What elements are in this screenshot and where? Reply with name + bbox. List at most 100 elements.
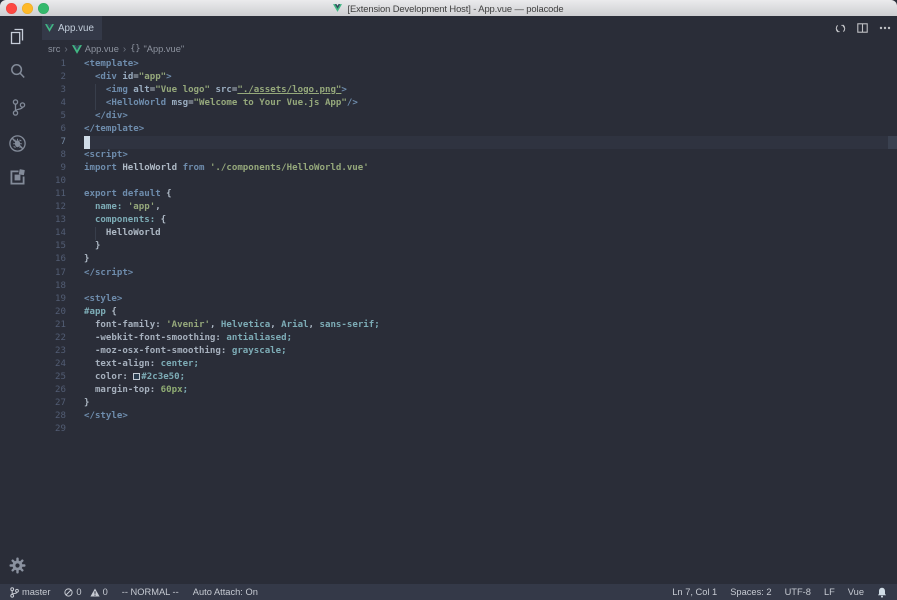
line-number: 9: [40, 162, 66, 175]
line-number: 4: [40, 97, 66, 110]
line-number: 24: [40, 358, 66, 371]
search-icon[interactable]: [8, 62, 27, 81]
code-editor[interactable]: 1<template>2 <div id="app">3 <img alt="V…: [40, 58, 897, 437]
code-line-13[interactable]: 13 components: {: [40, 214, 897, 227]
more-actions-icon[interactable]: [879, 26, 891, 30]
code-line-15[interactable]: 15 }: [40, 240, 897, 253]
code-line-28[interactable]: 28</style>: [40, 410, 897, 423]
line-number: 8: [40, 149, 66, 162]
breadcrumb-app-vue[interactable]: App.vue: [72, 44, 119, 54]
indentation-indicator[interactable]: Spaces: 2: [730, 587, 771, 597]
debug-icon[interactable]: [8, 134, 27, 153]
explorer-icon[interactable]: [8, 27, 27, 46]
code-line-5[interactable]: 5 </div>: [40, 110, 897, 123]
encoding-indicator[interactable]: UTF-8: [785, 587, 811, 597]
line-number: 22: [40, 332, 66, 345]
errors-icon: [64, 588, 73, 597]
breadcrumb-separator: ›: [119, 44, 130, 55]
vue-tab-icon: [45, 24, 54, 32]
tab-label: App.vue: [58, 23, 94, 34]
code-line-19[interactable]: 19<style>: [40, 293, 897, 306]
open-changes-icon[interactable]: [835, 23, 846, 34]
code-line-23[interactable]: 23 -moz-osx-font-smoothing: grayscale;: [40, 345, 897, 358]
breadcrumbs: src › App.vue › {} "App.vue": [40, 40, 897, 58]
warnings-icon: [90, 588, 100, 597]
minimize-window-button[interactable]: [22, 3, 33, 14]
line-number: 3: [40, 84, 66, 97]
code-line-11[interactable]: 11export default {: [40, 188, 897, 201]
zoom-window-button[interactable]: [38, 3, 49, 14]
code-line-16[interactable]: 16}: [40, 253, 897, 266]
source-control-icon[interactable]: [8, 98, 27, 117]
line-number: 13: [40, 214, 66, 227]
code-line-7[interactable]: 7: [40, 136, 897, 149]
line-number: 20: [40, 306, 66, 319]
line-number: 18: [40, 280, 66, 293]
code-line-17[interactable]: 17</script>: [40, 267, 897, 280]
vue-file-icon: [333, 4, 342, 12]
line-number: 23: [40, 345, 66, 358]
code-line-12[interactable]: 12 name: 'app',: [40, 201, 897, 214]
line-number: 19: [40, 293, 66, 306]
notifications-bell-icon[interactable]: [877, 587, 887, 598]
vim-mode-indicator[interactable]: -- NORMAL --: [122, 587, 179, 597]
auto-attach-indicator[interactable]: Auto Attach: On: [193, 587, 258, 597]
code-line-26[interactable]: 26 margin-top: 60px;: [40, 384, 897, 397]
line-number: 17: [40, 267, 66, 280]
line-number: 29: [40, 423, 66, 436]
eol-indicator[interactable]: LF: [824, 587, 835, 597]
code-line-10[interactable]: 10: [40, 175, 897, 188]
braces-icon: {}: [130, 44, 140, 54]
line-number: 27: [40, 397, 66, 410]
settings-gear-icon[interactable]: [9, 557, 26, 574]
line-number: 16: [40, 253, 66, 266]
code-line-9[interactable]: 9import HelloWorld from './components/He…: [40, 162, 897, 175]
code-line-22[interactable]: 22 -webkit-font-smoothing: antialiased;: [40, 332, 897, 345]
line-number: 28: [40, 410, 66, 423]
breadcrumb-separator: ›: [60, 44, 71, 55]
code-line-29[interactable]: 29: [40, 423, 897, 436]
status-bar: master 0 0 -- NORMAL -- Auto Attach: On …: [0, 584, 897, 600]
code-line-24[interactable]: 24 text-align: center;: [40, 358, 897, 371]
breadcrumb-symbol[interactable]: {} "App.vue": [130, 44, 184, 54]
language-mode-indicator[interactable]: Vue: [848, 587, 864, 597]
extensions-icon[interactable]: [8, 168, 27, 187]
git-branch-icon: [10, 587, 19, 598]
line-number: 5: [40, 110, 66, 123]
code-line-1[interactable]: 1<template>: [40, 58, 897, 71]
vue-breadcrumb-icon: [72, 45, 82, 54]
line-number: 6: [40, 123, 66, 136]
code-line-18[interactable]: 18: [40, 280, 897, 293]
line-number: 21: [40, 319, 66, 332]
cursor-position-indicator[interactable]: Ln 7, Col 1: [672, 587, 717, 597]
tab-app-vue[interactable]: App.vue: [42, 16, 102, 40]
line-number: 26: [40, 384, 66, 397]
code-line-2[interactable]: 2 <div id="app">: [40, 71, 897, 84]
window-title: [Extension Development Host] - App.vue —…: [347, 3, 563, 14]
problems-indicator[interactable]: 0 0: [64, 587, 107, 597]
text-cursor: [84, 136, 90, 149]
git-branch-indicator[interactable]: master: [10, 587, 50, 598]
split-editor-icon[interactable]: [857, 23, 868, 33]
code-line-4[interactable]: 4 <HelloWorld msg="Welcome to Your Vue.j…: [40, 97, 897, 110]
line-number: 7: [40, 136, 66, 149]
line-number: 15: [40, 240, 66, 253]
code-line-6[interactable]: 6</template>: [40, 123, 897, 136]
code-lines: 1<template>2 <div id="app">3 <img alt="V…: [40, 58, 897, 437]
line-number: 1: [40, 58, 66, 71]
code-line-14[interactable]: 14 HelloWorld: [40, 227, 897, 240]
code-line-25[interactable]: 25 color: #2c3e50;: [40, 371, 897, 384]
tab-bar: App.vue: [40, 16, 897, 40]
code-line-27[interactable]: 27}: [40, 397, 897, 410]
code-line-20[interactable]: 20#app {: [40, 306, 897, 319]
code-line-3[interactable]: 3 <img alt="Vue logo" src="./assets/logo…: [40, 84, 897, 97]
line-number: 10: [40, 175, 66, 188]
code-line-8[interactable]: 8<script>: [40, 149, 897, 162]
code-line-21[interactable]: 21 font-family: 'Avenir', Helvetica, Ari…: [40, 319, 897, 332]
title-bar: [Extension Development Host] - App.vue —…: [0, 0, 897, 16]
line-number: 11: [40, 188, 66, 201]
activity-bar: [0, 16, 40, 584]
close-window-button[interactable]: [6, 3, 17, 14]
line-number: 2: [40, 71, 66, 84]
breadcrumb-src[interactable]: src: [48, 44, 60, 54]
